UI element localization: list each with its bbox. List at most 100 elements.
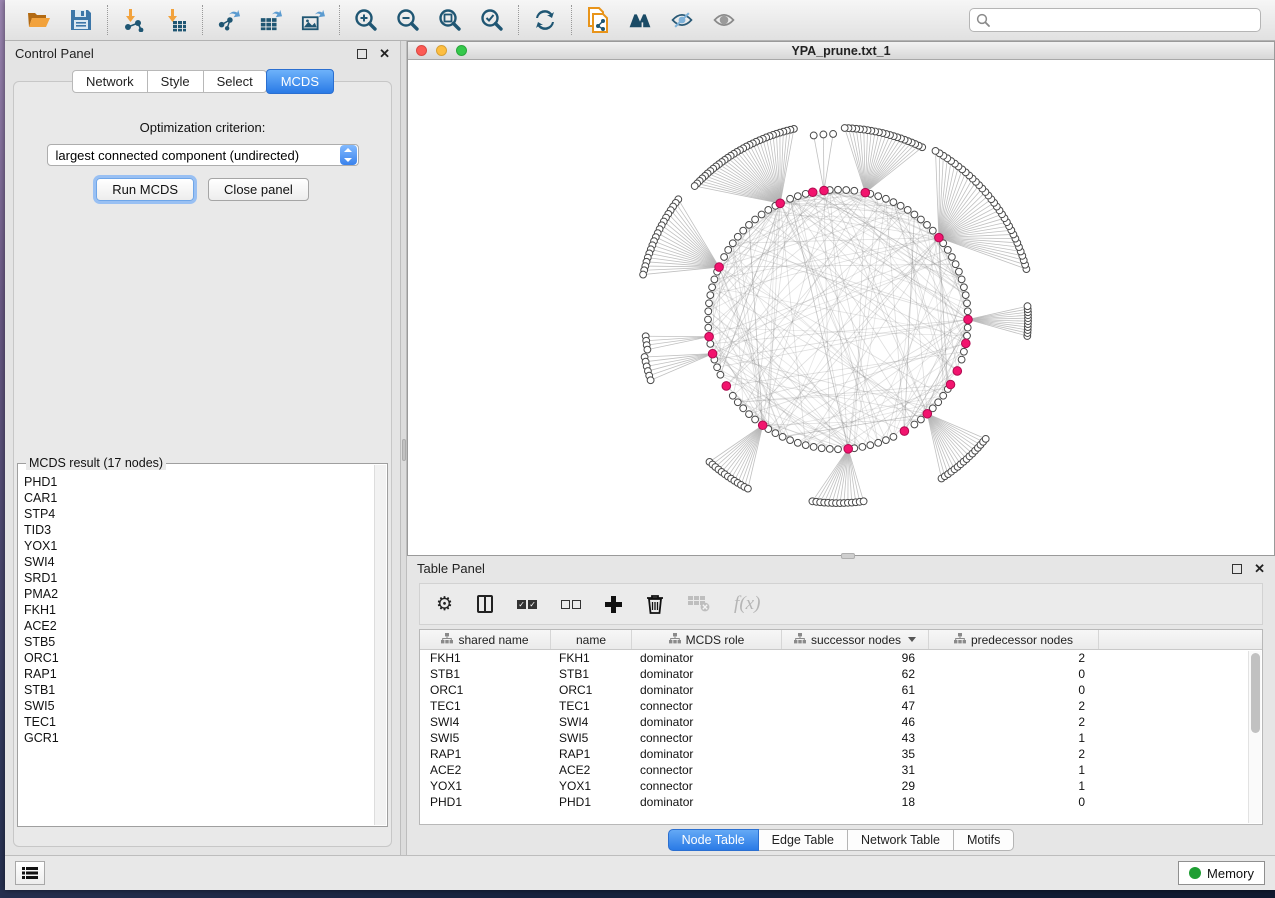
graph-node[interactable] — [962, 292, 969, 299]
graph-node[interactable] — [932, 148, 939, 155]
table-row[interactable]: FKH1FKH1dominator962 — [420, 650, 1262, 666]
mcds-result-item[interactable]: SWI5 — [24, 698, 387, 714]
graph-node[interactable] — [808, 188, 817, 197]
export-table-icon[interactable] — [259, 8, 283, 32]
graph-node[interactable] — [964, 332, 971, 339]
table-cell[interactable]: ACE2 — [420, 762, 551, 778]
table-cell[interactable]: PHD1 — [420, 794, 551, 810]
graph-edge[interactable] — [647, 337, 709, 345]
table-cell[interactable]: TEC1 — [551, 698, 632, 714]
graph-edge[interactable] — [968, 309, 1028, 319]
graph-node[interactable] — [729, 240, 736, 247]
mcds-result-item[interactable]: TEC1 — [24, 714, 387, 730]
graph-node[interactable] — [779, 433, 786, 440]
graph-node[interactable] — [810, 444, 817, 451]
table-row[interactable]: ORC1ORC1dominator610 — [420, 682, 1262, 698]
tab-mcds[interactable]: MCDS — [266, 69, 334, 94]
table-cell[interactable]: 2 — [929, 698, 1099, 714]
graph-node[interactable] — [707, 340, 714, 347]
graph-node[interactable] — [883, 195, 890, 202]
table-cell[interactable]: 61 — [782, 682, 929, 698]
graph-node[interactable] — [794, 193, 801, 200]
delete-column-icon[interactable] — [646, 592, 664, 616]
graph-node[interactable] — [705, 316, 712, 323]
graph-node[interactable] — [841, 125, 848, 132]
table-cell[interactable]: 47 — [782, 698, 929, 714]
table-cell[interactable]: STB1 — [420, 666, 551, 682]
graph-node[interactable] — [958, 356, 965, 363]
graph-node[interactable] — [890, 433, 897, 440]
table-cell[interactable]: connector — [632, 698, 782, 714]
graph-node[interactable] — [851, 187, 858, 194]
graph-node[interactable] — [810, 132, 817, 139]
graph-edge[interactable] — [824, 134, 833, 191]
table-cell[interactable]: 0 — [929, 666, 1099, 682]
graph-node[interactable] — [752, 216, 759, 223]
table-cell[interactable]: PHD1 — [551, 794, 632, 810]
graph-edge[interactable] — [816, 449, 848, 502]
graph-node[interactable] — [746, 411, 753, 418]
graph-edge[interactable] — [823, 134, 824, 190]
graph-node[interactable] — [734, 399, 741, 406]
graph-node[interactable] — [765, 207, 772, 214]
graph-node[interactable] — [835, 186, 842, 193]
graph-node[interactable] — [875, 439, 882, 446]
graph-node[interactable] — [717, 371, 724, 378]
table-cell[interactable]: 2 — [929, 714, 1099, 730]
graph-node[interactable] — [900, 427, 909, 436]
mcds-list-scrollbar[interactable] — [374, 465, 386, 825]
select-all-icon[interactable]: ✓✓ — [517, 592, 537, 616]
graph-node[interactable] — [860, 498, 867, 505]
table-cell[interactable]: 1 — [929, 762, 1099, 778]
graph-edge[interactable] — [936, 151, 939, 238]
mcds-result-item[interactable]: STB1 — [24, 682, 387, 698]
mcds-result-item[interactable]: RAP1 — [24, 666, 387, 682]
graph-node[interactable] — [935, 233, 944, 242]
run-mcds-button[interactable]: Run MCDS — [96, 178, 194, 201]
graph-node[interactable] — [964, 308, 971, 315]
mcds-result-item[interactable]: ORC1 — [24, 650, 387, 666]
splitter-handle[interactable] — [402, 439, 406, 461]
graph-node[interactable] — [820, 186, 829, 195]
search-field[interactable] — [969, 8, 1261, 32]
table-cell[interactable]: 0 — [929, 794, 1099, 810]
export-network-icon[interactable] — [217, 8, 241, 32]
table-row[interactable]: STB1STB1dominator620 — [420, 666, 1262, 682]
graph-node[interactable] — [758, 421, 767, 430]
graph-node[interactable] — [830, 131, 837, 138]
table-cell[interactable]: SWI5 — [551, 730, 632, 746]
import-table-icon[interactable] — [164, 8, 188, 32]
graph-edge[interactable] — [780, 131, 787, 204]
network-canvas[interactable] — [408, 60, 1274, 555]
mcds-result-item[interactable]: SWI4 — [24, 554, 387, 570]
graph-node[interactable] — [918, 416, 925, 423]
zoom-out-icon[interactable] — [396, 8, 420, 32]
graph-node[interactable] — [982, 435, 989, 442]
tab-style[interactable]: Style — [148, 70, 204, 93]
graph-node[interactable] — [875, 193, 882, 200]
graph-node[interactable] — [705, 332, 714, 341]
graph-node[interactable] — [883, 437, 890, 444]
graph-node[interactable] — [644, 346, 651, 353]
graph-node[interactable] — [740, 405, 747, 412]
graph-edge[interactable] — [812, 449, 848, 501]
graph-node[interactable] — [929, 227, 936, 234]
graph-node[interactable] — [715, 263, 724, 272]
table-cell[interactable]: SWI5 — [420, 730, 551, 746]
graph-edge[interactable] — [678, 199, 719, 267]
graph-edge[interactable] — [671, 210, 719, 267]
table-row[interactable]: SWI5SWI5connector431 — [420, 730, 1262, 746]
network-graph[interactable] — [408, 60, 1274, 555]
table-cell[interactable]: ORC1 — [551, 682, 632, 698]
graph-node[interactable] — [911, 421, 918, 428]
graph-node[interactable] — [818, 445, 825, 452]
graph-node[interactable] — [705, 308, 712, 315]
mcds-result-item[interactable]: PMA2 — [24, 586, 387, 602]
table-cell[interactable]: 35 — [782, 746, 929, 762]
clone-network-icon[interactable] — [586, 8, 610, 32]
export-image-icon[interactable] — [301, 8, 325, 32]
zoom-in-icon[interactable] — [354, 8, 378, 32]
table-cell[interactable]: 18 — [782, 794, 929, 810]
graph-node[interactable] — [647, 377, 654, 384]
graph-node[interactable] — [952, 261, 959, 268]
